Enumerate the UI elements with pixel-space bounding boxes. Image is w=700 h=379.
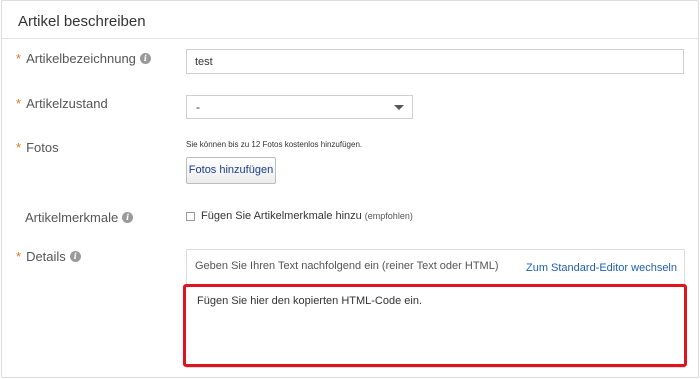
html-code-content: Fügen Sie hier den kopierten HTML-Code e… (197, 295, 423, 307)
panel-header: Artikel beschreiben (2, 1, 698, 39)
info-icon[interactable]: i (69, 251, 81, 262)
item-specifics-checkbox-hint: (empfohlen) (364, 211, 413, 221)
details-label: Details (26, 249, 66, 264)
photos-label: Fotos (26, 140, 59, 155)
info-icon[interactable]: i (122, 212, 134, 223)
title-input[interactable] (186, 49, 684, 74)
add-photos-button[interactable]: Fotos hinzufügen (186, 157, 276, 184)
html-code-textarea[interactable]: Fügen Sie hier den kopierten HTML-Code e… (183, 284, 687, 367)
photos-label-row: * Fotos (16, 140, 59, 155)
condition-select[interactable]: - (186, 95, 413, 119)
required-marker: * (16, 249, 22, 264)
chevron-down-icon (394, 105, 404, 110)
editor-hint: Geben Sie Ihren Text nachfolgend ein (re… (195, 260, 499, 272)
item-specifics-label: Artikelmerkmale (25, 210, 119, 225)
item-specifics-checkbox-row[interactable]: Fügen Sie Artikelmerkmale hinzu (empfohl… (186, 210, 413, 222)
required-marker: * (16, 96, 22, 111)
required-marker: * (16, 140, 22, 155)
item-specifics-checkbox[interactable] (186, 211, 195, 221)
title-label-row: * Artikelbezeichnung i (16, 51, 151, 66)
required-marker: * (16, 51, 22, 66)
photos-hint: Sie können bis zu 12 Fotos kostenlos hin… (186, 140, 363, 149)
condition-selected-value: - (196, 100, 200, 114)
details-label-row: * Details i (16, 249, 81, 264)
item-specifics-label-row: Artikelmerkmale i (25, 210, 134, 225)
item-specifics-checkbox-label[interactable]: Fügen Sie Artikelmerkmale hinzu (201, 210, 362, 222)
info-icon[interactable]: i (139, 53, 151, 64)
section-title: Artikel beschreiben (18, 13, 146, 30)
switch-to-standard-editor-link[interactable]: Zum Standard-Editor wechseln (526, 262, 677, 274)
condition-label-row: * Artikelzustand (16, 96, 108, 111)
condition-label: Artikelzustand (26, 96, 108, 111)
title-label: Artikelbezeichnung (26, 51, 136, 66)
